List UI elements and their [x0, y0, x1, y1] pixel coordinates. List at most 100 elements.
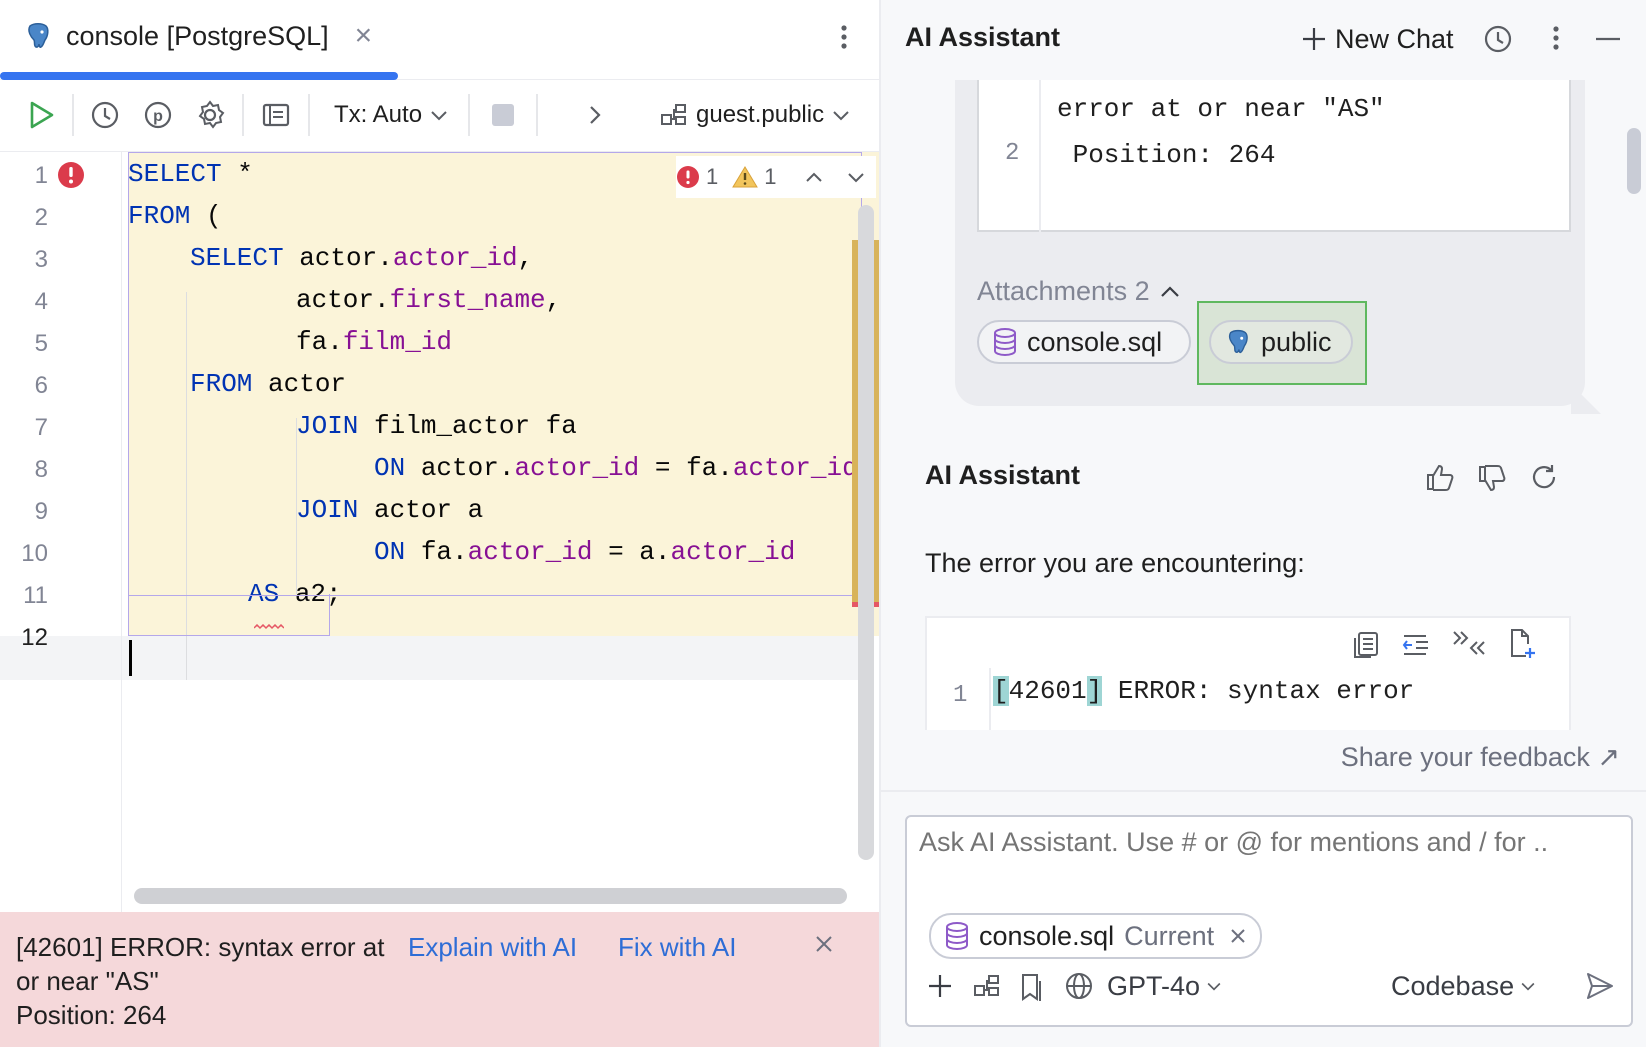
line-number: 9	[34, 498, 48, 525]
reply-code-block: 1 [42601] ERROR: syntax error	[925, 616, 1571, 730]
thumbs-up-icon[interactable]	[1423, 460, 1457, 494]
editor-toolbar: p Tx: Auto guest.public	[0, 80, 880, 152]
schema-label: guest.public	[696, 101, 825, 128]
error-count-icon	[676, 165, 700, 189]
attachments-toggle[interactable]: Attachments 2	[977, 276, 1180, 307]
database-icon	[993, 328, 1017, 356]
warning-count: 1	[764, 164, 777, 189]
code-line: [42601] ERROR: syntax error	[993, 676, 1414, 706]
settings-gear-icon[interactable]	[193, 98, 227, 132]
chat-scrollbar[interactable]	[1627, 128, 1641, 194]
parameters-icon[interactable]: p	[141, 98, 175, 132]
postgresql-icon	[1225, 329, 1251, 355]
line-number: 7	[34, 414, 48, 441]
remove-context-icon[interactable]	[1230, 928, 1246, 944]
context-chip[interactable]: console.sql Current	[929, 913, 1263, 959]
error-count: 1	[706, 164, 719, 189]
svg-text:p: p	[153, 108, 163, 125]
new-file-icon[interactable]	[1507, 628, 1537, 660]
bracket-match: ]	[1086, 676, 1103, 706]
model-selector[interactable]: GPT-4o	[1107, 967, 1222, 1005]
new-chat-label: New Chat	[1335, 23, 1454, 54]
new-chat-button[interactable]: New Chat	[1301, 20, 1454, 58]
editor-pane: console [PostgreSQL] × p Tx: Auto guest.…	[0, 0, 880, 1047]
attachment-label: public	[1261, 326, 1332, 357]
insert-at-caret-icon[interactable]	[1401, 630, 1431, 660]
line-number: 5	[34, 330, 48, 357]
error-code: 42601	[1008, 676, 1087, 706]
code-line: Position: 264	[1057, 140, 1276, 170]
prompt-library-icon[interactable]	[1017, 969, 1049, 1005]
line-number: 4	[34, 288, 48, 315]
bracket-match: [	[993, 676, 1009, 706]
tab-title: console [PostgreSQL]	[66, 20, 329, 51]
send-icon[interactable]	[1583, 969, 1617, 1003]
assistant-header: AI Assistant New Chat	[881, 0, 1646, 80]
chevron-right-icon[interactable]	[578, 98, 612, 132]
active-tab-indicator	[0, 72, 398, 80]
next-problem-icon[interactable]	[847, 171, 865, 183]
context-tag: Current	[1124, 920, 1215, 951]
editor-tab[interactable]: console [PostgreSQL] ×	[0, 0, 372, 72]
thumbs-down-icon[interactable]	[1475, 462, 1509, 496]
web-search-globe-icon[interactable]	[1063, 969, 1095, 1003]
message-code-block: error at or near "AS" 2 Position: 264	[977, 80, 1571, 232]
inspection-widget[interactable]: 1 1	[676, 156, 876, 198]
database-icon	[945, 922, 969, 950]
error-squiggle	[254, 624, 284, 630]
toolbar-separator	[242, 94, 244, 136]
add-context-plus-icon[interactable]	[925, 969, 955, 1003]
attachment-chip-public[interactable]: public	[1209, 320, 1353, 364]
chevron-down-icon	[1206, 981, 1222, 991]
share-feedback-link[interactable]: Share your feedback ↗	[1341, 742, 1620, 773]
close-icon[interactable]	[814, 934, 834, 954]
mode-selector[interactable]: Codebase	[1391, 967, 1536, 1005]
history-icon[interactable]	[88, 98, 122, 132]
schema-selector[interactable]: guest.public	[660, 98, 850, 132]
chat-input-box: console.sql Current GPT-4o Codebase	[905, 815, 1633, 1027]
regenerate-icon[interactable]	[1527, 460, 1561, 494]
code-line: error at or near "AS"	[1057, 94, 1385, 124]
line-number: 2	[34, 204, 48, 231]
tab-close-icon[interactable]: ×	[355, 19, 373, 53]
code-gutter-line	[1039, 80, 1041, 232]
model-label: GPT-4o	[1107, 970, 1201, 1001]
text-caret	[129, 640, 132, 676]
copy-icon[interactable]	[1351, 630, 1381, 660]
run-icon[interactable]	[24, 98, 58, 132]
error-icon[interactable]	[56, 160, 86, 190]
line-number: 12	[21, 624, 48, 651]
stop-icon[interactable]	[486, 98, 520, 132]
chat-input[interactable]	[919, 827, 1619, 858]
attachment-chip-console-sql[interactable]: console.sql	[977, 320, 1191, 364]
context-file: console.sql	[979, 920, 1115, 951]
minimize-icon[interactable]	[1593, 26, 1623, 52]
tx-mode-dropdown[interactable]: Tx: Auto	[334, 98, 448, 132]
error-position: Position: 264	[16, 1000, 167, 1030]
layout-icon[interactable]	[259, 98, 293, 132]
horizontal-scrollbar[interactable]	[134, 888, 847, 904]
error-banner: [42601] ERROR: syntax error at or near "…	[0, 912, 880, 1047]
mode-label: Codebase	[1391, 970, 1515, 1001]
chat-history-icon[interactable]	[1481, 22, 1515, 56]
statement-border-tail	[128, 594, 330, 636]
line-number: 6	[34, 372, 48, 399]
tab-more-icon[interactable]	[836, 20, 852, 54]
toolbar-separator	[468, 94, 470, 136]
error-message: [42601] ERROR: syntax error at or near "…	[16, 930, 396, 1032]
toolbar-separator	[72, 94, 74, 136]
tx-mode-label: Tx: Auto	[334, 101, 423, 128]
line-number: 10	[21, 540, 48, 567]
line-number: 8	[34, 456, 48, 483]
schema-icon[interactable]	[971, 969, 1003, 1003]
postgresql-icon	[24, 22, 52, 50]
schema-icon	[660, 103, 688, 127]
code-text: ERROR: syntax error	[1102, 676, 1415, 706]
diff-icon[interactable]	[1451, 628, 1487, 658]
vertical-scrollbar[interactable]	[858, 205, 874, 860]
line-number: 11	[23, 582, 48, 609]
more-options-icon[interactable]	[1546, 20, 1566, 56]
previous-problem-icon[interactable]	[805, 171, 823, 183]
fix-with-ai-link[interactable]: Fix with AI	[618, 930, 736, 964]
explain-with-ai-link[interactable]: Explain with AI	[408, 930, 577, 964]
